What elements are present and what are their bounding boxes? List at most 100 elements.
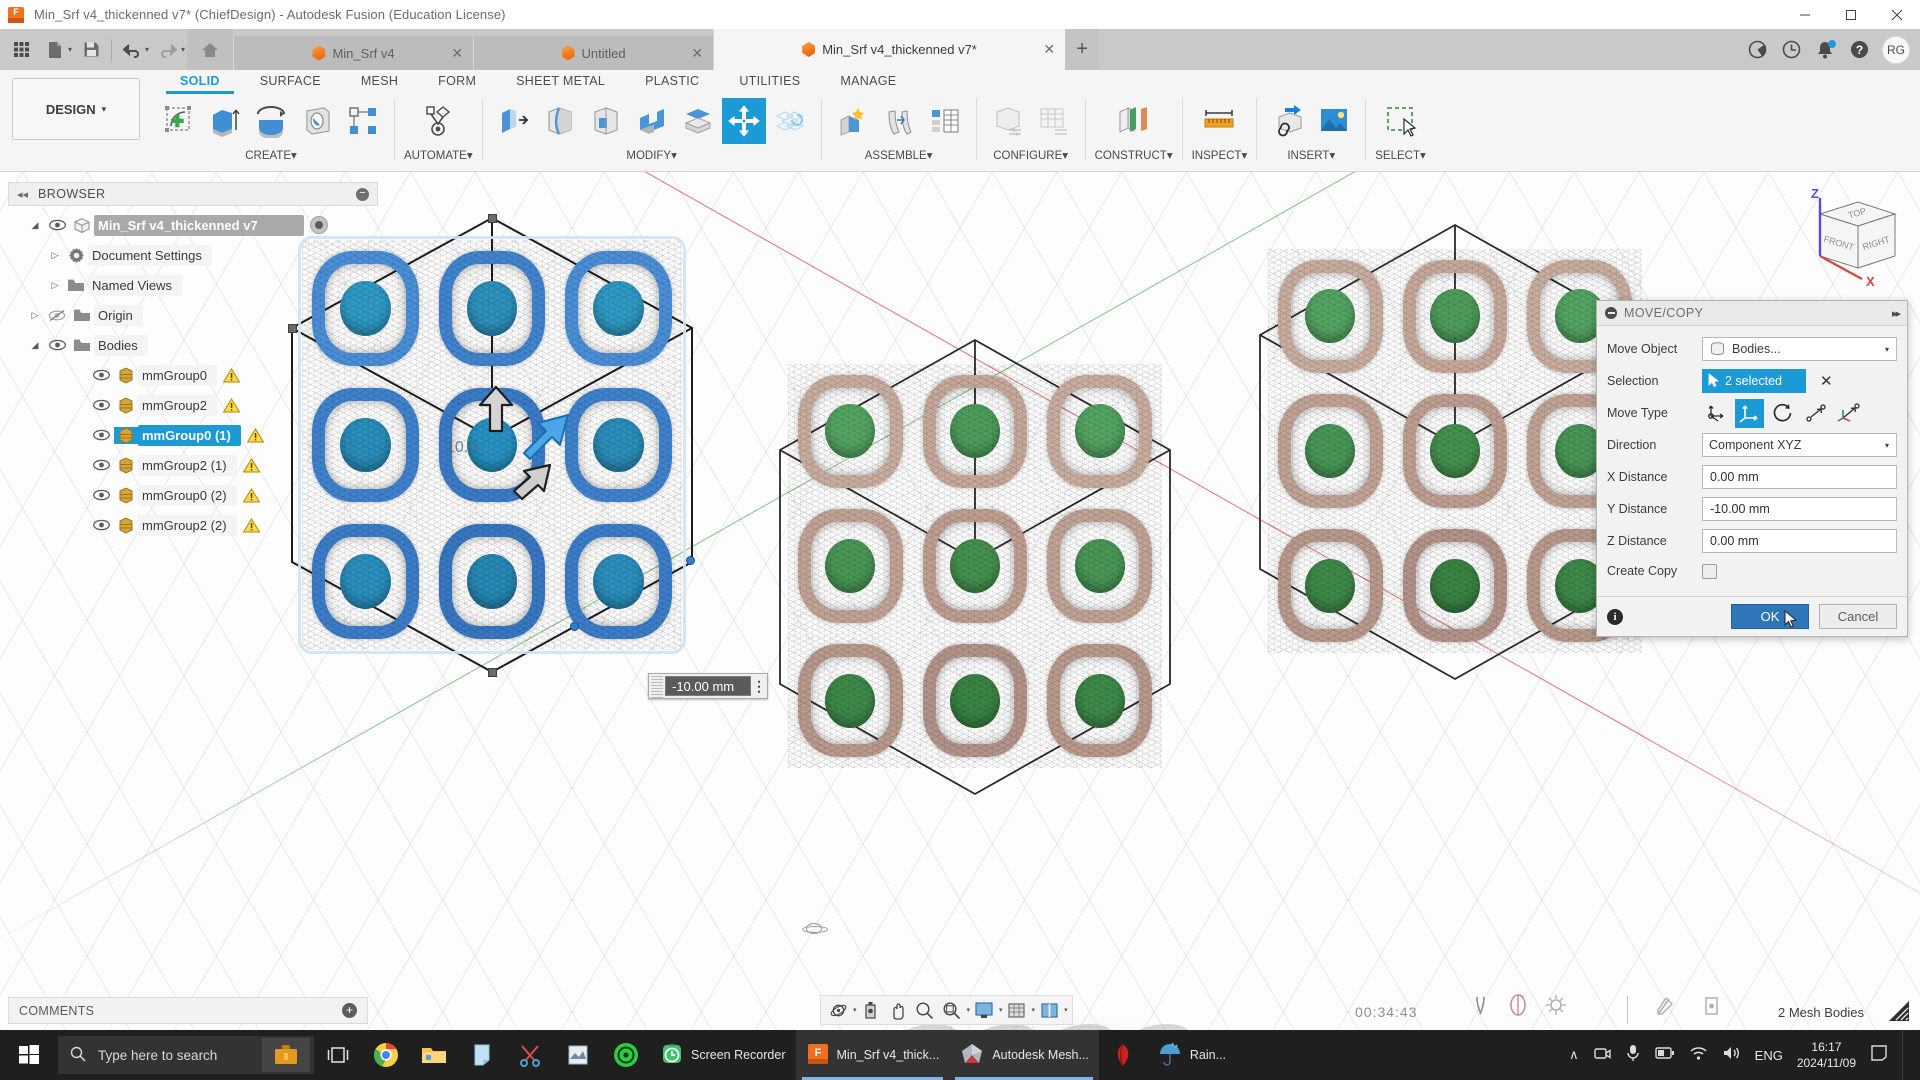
recent-history-icon[interactable] — [1774, 33, 1808, 67]
start-button[interactable] — [0, 1030, 58, 1080]
clear-selection-icon[interactable]: ✕ — [1820, 372, 1833, 390]
cancel-button[interactable]: Cancel — [1819, 604, 1897, 629]
dialog-header[interactable]: MOVE/COPY ▸▸ — [1597, 301, 1907, 326]
clock[interactable]: 16:17 2024/11/09 — [1797, 1039, 1856, 1071]
fusion-taskbar-button[interactable]: F Min_Srf v4_thick... — [795, 1030, 950, 1080]
notification-center-icon[interactable] — [1870, 1044, 1888, 1067]
obs-button[interactable] — [602, 1030, 650, 1080]
viewports-icon[interactable] — [1036, 997, 1062, 1023]
look-at-icon[interactable] — [858, 997, 884, 1023]
browser-collapse-icon[interactable]: ◂◂ — [17, 188, 28, 201]
panel-label-inspect[interactable]: INSPECT▾ — [1192, 148, 1248, 162]
fillet-icon[interactable] — [538, 98, 582, 144]
move-type-translate-xyz-icon[interactable] — [1735, 398, 1764, 428]
ribbon-tab-mesh[interactable]: MESH — [341, 72, 418, 92]
tree-node-document-settings[interactable]: ▷ Document Settings — [8, 240, 378, 270]
view-cube[interactable]: TOP FRONT RIGHT Z X — [1780, 184, 1910, 294]
dimension-value-field[interactable]: -10.00 mm — [665, 676, 751, 696]
tree-node-body-mmgroup2-2[interactable]: mmGroup2 (2) — [8, 510, 378, 540]
save-icon[interactable] — [74, 33, 108, 67]
expand-twist-icon[interactable]: ◢ — [26, 220, 44, 231]
move-type-point-to-position-icon[interactable] — [1801, 399, 1830, 428]
show-desktop-button[interactable] — [1902, 1030, 1914, 1080]
data-panel-icon[interactable] — [1740, 33, 1774, 67]
configuration-table-icon[interactable] — [1032, 98, 1076, 144]
move-copy-icon[interactable] — [721, 98, 766, 144]
language-indicator[interactable]: ENG — [1755, 1048, 1783, 1063]
snip-tool-button[interactable] — [506, 1030, 554, 1080]
viewports-caret-icon[interactable]: ▾ — [1064, 1006, 1068, 1014]
chevron-down-icon[interactable]: ▾ — [1885, 345, 1889, 354]
visibility-eye-icon[interactable] — [44, 219, 70, 231]
dimension-input-box[interactable]: -10.00 mm ⋮ — [648, 673, 768, 699]
document-tab-1[interactable]: Untitled ✕ — [473, 36, 714, 70]
add-comment-icon[interactable]: + — [342, 1003, 357, 1018]
ribbon-tab-surface[interactable]: SURFACE — [240, 72, 341, 92]
dialog-collapse-icon[interactable] — [1605, 307, 1617, 319]
configure-design-icon[interactable] — [986, 98, 1030, 144]
z-distance-input[interactable]: 0.00 mm — [1702, 529, 1897, 553]
media-button[interactable] — [554, 1030, 602, 1080]
bbox-handle[interactable] — [488, 214, 497, 223]
visibility-eye-icon[interactable] — [88, 429, 114, 441]
panel-label-automate[interactable]: AUTOMATE▾ — [404, 148, 473, 162]
press-pull-icon[interactable] — [492, 98, 536, 144]
new-tab-button[interactable]: + — [1065, 29, 1100, 70]
move-manipulator[interactable]: 10.0 — [446, 385, 592, 515]
section-analysis-icon[interactable] — [1506, 993, 1530, 1022]
grid-snaps-icon[interactable] — [1004, 997, 1030, 1023]
expand-twist-icon[interactable]: ▷ — [26, 310, 44, 321]
offset-plane-icon[interactable] — [1112, 98, 1156, 144]
tree-node-body-mmgroup0-1[interactable]: mmGroup0 (1) — [8, 420, 378, 450]
ribbon-tab-solid[interactable]: SOLID — [160, 72, 240, 94]
zoom-icon[interactable] — [912, 997, 938, 1023]
tree-node-body-mmgroup0-2[interactable]: mmGroup0 (2) — [8, 480, 378, 510]
redo-caret-icon[interactable]: ▾ — [181, 45, 185, 54]
joint-icon[interactable] — [877, 98, 921, 144]
select-window-icon[interactable] — [1379, 98, 1423, 144]
create-copy-checkbox[interactable] — [1702, 563, 1717, 579]
tree-node-bodies[interactable]: ◢ Bodies — [8, 330, 378, 360]
display-settings-icon[interactable] — [971, 997, 997, 1023]
redo-icon[interactable] — [151, 33, 185, 67]
activate-component-radio[interactable] — [309, 216, 328, 234]
tray-expand-icon[interactable]: ∧ — [1569, 1047, 1579, 1063]
ribbon-tab-manage[interactable]: MANAGE — [820, 72, 916, 92]
browser-header[interactable]: ◂◂ BROWSER − — [8, 182, 378, 206]
joint-limits-icon[interactable] — [1470, 994, 1492, 1021]
visibility-eye-off-icon[interactable] — [44, 309, 70, 322]
new-document-caret-icon[interactable]: ▾ — [68, 45, 72, 54]
bbox-handle[interactable] — [686, 556, 695, 565]
expand-twist-icon[interactable]: ▷ — [46, 250, 64, 261]
shell-icon[interactable] — [584, 98, 628, 144]
combine-icon[interactable] — [768, 98, 812, 144]
move-type-point-to-point-icon[interactable] — [1702, 399, 1731, 428]
document-tab-close-icon[interactable]: ✕ — [451, 45, 463, 62]
visibility-eye-icon[interactable] — [88, 459, 114, 471]
appearance-icon[interactable] — [1655, 995, 1677, 1022]
orbit-caret-icon[interactable]: ▾ — [853, 1006, 857, 1014]
document-tab-0[interactable]: Min_Srf v4 ✕ — [233, 36, 474, 70]
visibility-eye-icon[interactable] — [88, 489, 114, 501]
ok-button[interactable]: OK — [1731, 604, 1809, 629]
fit-icon[interactable] — [939, 997, 965, 1023]
sticky-notes-button[interactable] — [458, 1030, 506, 1080]
tree-node-body-mmgroup2-1[interactable]: mmGroup2 (1) — [8, 450, 378, 480]
warning-icon[interactable] — [242, 457, 260, 473]
chevron-down-icon[interactable]: ▾ — [1885, 441, 1889, 450]
tree-node-named-views[interactable]: ▷ Named Views — [8, 270, 378, 300]
undo-caret-icon[interactable]: ▾ — [145, 45, 149, 54]
rainmeter-button[interactable]: Rain... — [1147, 1030, 1236, 1080]
volume-icon[interactable] — [1722, 1045, 1741, 1066]
dimension-options-icon[interactable]: ⋮ — [751, 679, 767, 693]
bbox-handle[interactable] — [488, 668, 497, 677]
visibility-eye-icon[interactable] — [88, 519, 114, 531]
taskbar-search[interactable]: Type here to search — [58, 1036, 314, 1074]
camera-icon[interactable] — [1593, 1044, 1611, 1067]
dimension-drag-grip[interactable] — [651, 674, 663, 698]
decal-icon[interactable] — [1312, 98, 1356, 144]
battery-icon[interactable] — [1654, 1045, 1675, 1066]
red-app-button[interactable] — [1099, 1030, 1147, 1080]
orbit-icon[interactable] — [825, 997, 851, 1023]
document-tab-close-icon[interactable]: ✕ — [691, 45, 703, 62]
